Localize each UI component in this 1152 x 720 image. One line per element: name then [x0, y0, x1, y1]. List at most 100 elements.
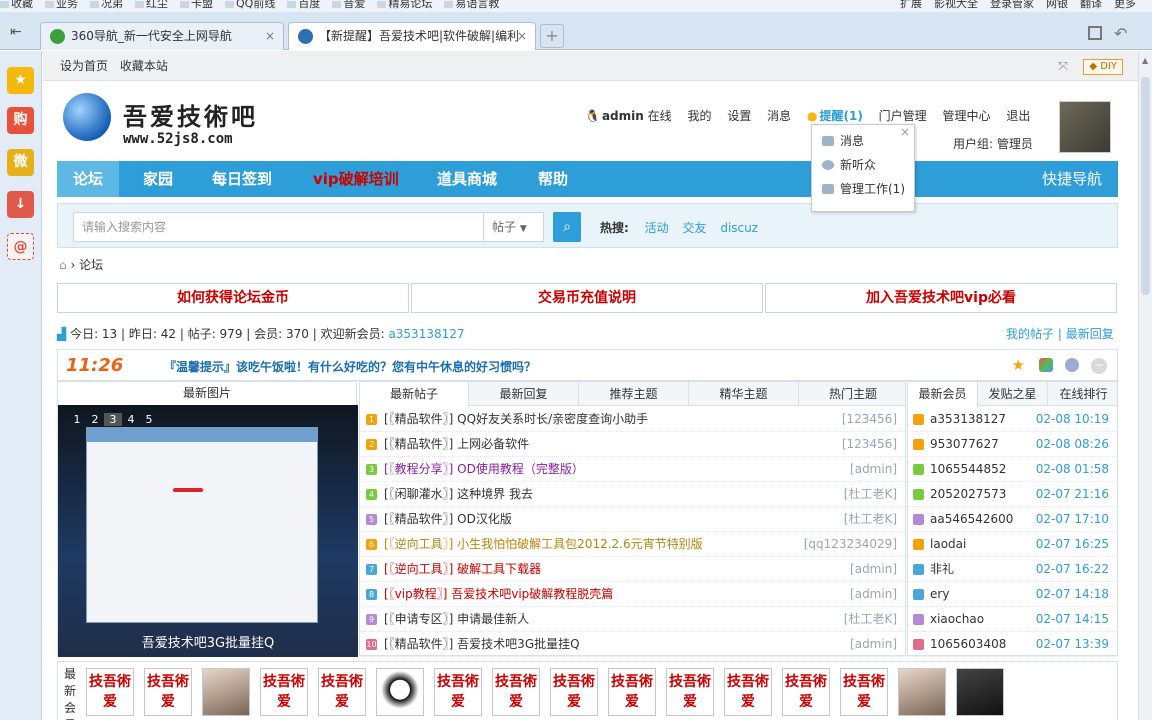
- hot-item-friends[interactable]: 交友: [682, 221, 706, 235]
- toolbar-item[interactable]: 网银: [1046, 0, 1068, 9]
- member-row[interactable]: 1065544852 02-08 01:58: [908, 457, 1117, 482]
- slide-1[interactable]: 1: [68, 413, 86, 426]
- post-title[interactable]: [〖申请专区〗] 申请最佳新人: [384, 607, 529, 632]
- close-icon[interactable]: ×: [517, 23, 527, 50]
- bookmark-item[interactable]: 况弟: [90, 0, 123, 9]
- settings-link[interactable]: 设置: [727, 109, 751, 123]
- picture-slideshow[interactable]: 12345 吾爱技术吧3G批量挂Q: [58, 405, 358, 657]
- post-row[interactable]: 1 [〖精品软件〗] QQ好友关系时长/亲密度查询小助手 [123456]: [360, 407, 905, 432]
- member-name[interactable]: 2052027573: [930, 482, 1006, 507]
- member-name[interactable]: 953077627: [930, 432, 999, 457]
- post-title[interactable]: [〖精品软件〗] 吾爱技术吧3G批量挂Q: [384, 632, 580, 657]
- member-avatar[interactable]: [956, 668, 1004, 716]
- member-avatar[interactable]: 技吾術爱: [86, 668, 134, 716]
- quick-nav[interactable]: 快捷导航: [1042, 161, 1102, 197]
- tab-new-members[interactable]: 最新会员: [908, 382, 978, 407]
- post-title[interactable]: [〖vip教程〗] 吾爱技术吧vip破解教程脱壳篇: [384, 582, 613, 607]
- post-author[interactable]: [admin]: [850, 557, 897, 582]
- member-avatar[interactable]: 技吾術爱: [840, 668, 888, 716]
- my-menu[interactable]: 我的: [687, 109, 711, 123]
- admin-center-link[interactable]: 管理中心: [943, 109, 991, 123]
- post-row[interactable]: 6 [〖逆向工具〗] 小生我怕怕破解工具包2012.2.6元宵节特别版 [qq123…: [360, 532, 905, 557]
- member-name[interactable]: 1065544852: [930, 457, 1006, 482]
- toolbar-item[interactable]: 翻译: [1080, 0, 1102, 9]
- bookmark-item[interactable]: 易语言教: [444, 0, 499, 9]
- slide-2[interactable]: 2: [86, 413, 104, 426]
- star-icon[interactable]: ★: [1012, 356, 1025, 374]
- toolbar-item[interactable]: 影视大全: [934, 0, 978, 9]
- member-avatar[interactable]: [376, 668, 424, 716]
- new-member-link[interactable]: a353138127: [388, 327, 464, 341]
- member-name[interactable]: 1065603408: [930, 632, 1006, 657]
- member-name[interactable]: ery: [930, 582, 949, 607]
- post-title[interactable]: [〖教程分享〗] OD使用教程（完整版）: [384, 457, 584, 482]
- bookmark-site-link[interactable]: 收藏本站: [120, 59, 168, 73]
- hot-item-discuz[interactable]: discuz: [720, 221, 758, 235]
- undo-icon[interactable]: ↶: [1114, 24, 1127, 43]
- bookmark-item[interactable]: 收藏: [0, 0, 33, 9]
- slide-5[interactable]: 5: [140, 413, 158, 426]
- member-avatar[interactable]: 技吾術爱: [724, 668, 772, 716]
- member-avatar[interactable]: 技吾術爱: [492, 668, 540, 716]
- post-row[interactable]: 7 [〖逆向工具〗] 破解工具下载器 [admin]: [360, 557, 905, 582]
- member-row[interactable]: a353138127 02-08 10:19: [908, 407, 1117, 432]
- tab-hot[interactable]: 热门主题: [799, 382, 907, 406]
- comment-icon[interactable]: [1065, 358, 1079, 372]
- nav-checkin[interactable]: 每日签到: [212, 161, 272, 197]
- restore-icon[interactable]: [1088, 26, 1102, 40]
- post-title[interactable]: [〖精品软件〗] 上网必备软件: [384, 432, 529, 457]
- tab-top-posters[interactable]: 发贴之星: [978, 382, 1048, 406]
- toolbar-item[interactable]: 登录管家: [990, 0, 1034, 9]
- nav-vip-training[interactable]: vip破解培训: [313, 161, 399, 197]
- popup-item-messages[interactable]: 消息: [812, 129, 914, 153]
- post-row[interactable]: 4 [〖闲聊灌水〗] 这种境界 我去 [杜工老K]: [360, 482, 905, 507]
- tab-featured[interactable]: 精华主题: [689, 382, 799, 406]
- member-avatar[interactable]: [898, 668, 946, 716]
- member-avatar[interactable]: 技吾術爱: [434, 668, 482, 716]
- portal-link[interactable]: 门户管理: [879, 109, 927, 123]
- logout-link[interactable]: 退出: [1006, 109, 1030, 123]
- post-row[interactable]: 3 [〖教程分享〗] OD使用教程（完整版） [admin]: [360, 457, 905, 482]
- member-name[interactable]: 非礼: [930, 557, 954, 582]
- minus-icon[interactable]: −: [1091, 358, 1107, 374]
- tab-360nav[interactable]: 360导航_新一代安全上网导航 ×: [40, 22, 284, 50]
- member-avatar[interactable]: 技吾術爱: [666, 668, 714, 716]
- member-avatar[interactable]: 技吾術爱: [782, 668, 830, 716]
- email-icon[interactable]: @: [7, 233, 34, 260]
- back-icon[interactable]: ⇤: [10, 24, 22, 40]
- user-avatar[interactable]: [1059, 101, 1111, 153]
- slide-4[interactable]: 4: [122, 413, 140, 426]
- my-posts-link[interactable]: 我的帖子: [1006, 327, 1054, 341]
- popup-item-followers[interactable]: 新听众: [812, 153, 914, 177]
- member-name[interactable]: a353138127: [930, 407, 1006, 432]
- post-author[interactable]: [杜工老K]: [844, 607, 897, 632]
- tab-latest-posts[interactable]: 最新帖子: [360, 382, 469, 407]
- new-tab-button[interactable]: +: [540, 24, 564, 48]
- post-title[interactable]: [〖逆向工具〗] 破解工具下载器: [384, 557, 541, 582]
- scrollbar-thumb[interactable]: [1141, 77, 1150, 295]
- post-row[interactable]: 8 [〖vip教程〗] 吾爱技术吧vip破解教程脱壳篇 [admin]: [360, 582, 905, 607]
- username-link[interactable]: admin: [602, 109, 644, 123]
- bookmark-item[interactable]: 红尘: [135, 0, 168, 9]
- star-icon[interactable]: ★: [7, 67, 34, 94]
- member-row[interactable]: 2052027573 02-07 21:16: [908, 482, 1117, 507]
- tab-online-rank[interactable]: 在线排行: [1048, 382, 1119, 406]
- member-row[interactable]: 非礼 02-07 16:22: [908, 557, 1117, 582]
- breadcrumb-forum[interactable]: 论坛: [79, 258, 103, 272]
- download-icon[interactable]: ↓: [7, 191, 34, 218]
- alerts-link[interactable]: 提醒(1): [820, 109, 863, 123]
- nav-forum[interactable]: 论坛: [57, 161, 120, 197]
- user-group[interactable]: 用户组: 管理员: [953, 135, 1033, 152]
- member-row[interactable]: xiaochao 02-07 14:15: [908, 607, 1117, 632]
- diy-button[interactable]: ◆ DIY: [1083, 59, 1123, 75]
- member-avatar[interactable]: 技吾術爱: [260, 668, 308, 716]
- slide-3[interactable]: 3: [104, 413, 122, 426]
- nav-help[interactable]: 帮助: [538, 161, 568, 197]
- member-row[interactable]: aa546542600 02-07 17:10: [908, 507, 1117, 532]
- member-avatar[interactable]: 技吾術爱: [318, 668, 366, 716]
- member-row[interactable]: 1065603408 02-07 13:39: [908, 632, 1117, 657]
- bookmark-item[interactable]: 百度: [287, 0, 320, 9]
- post-author[interactable]: [admin]: [850, 582, 897, 607]
- site-logo[interactable]: 吾爱技術吧 www.52js8.com: [63, 93, 283, 151]
- member-avatar[interactable]: 技吾術爱: [608, 668, 656, 716]
